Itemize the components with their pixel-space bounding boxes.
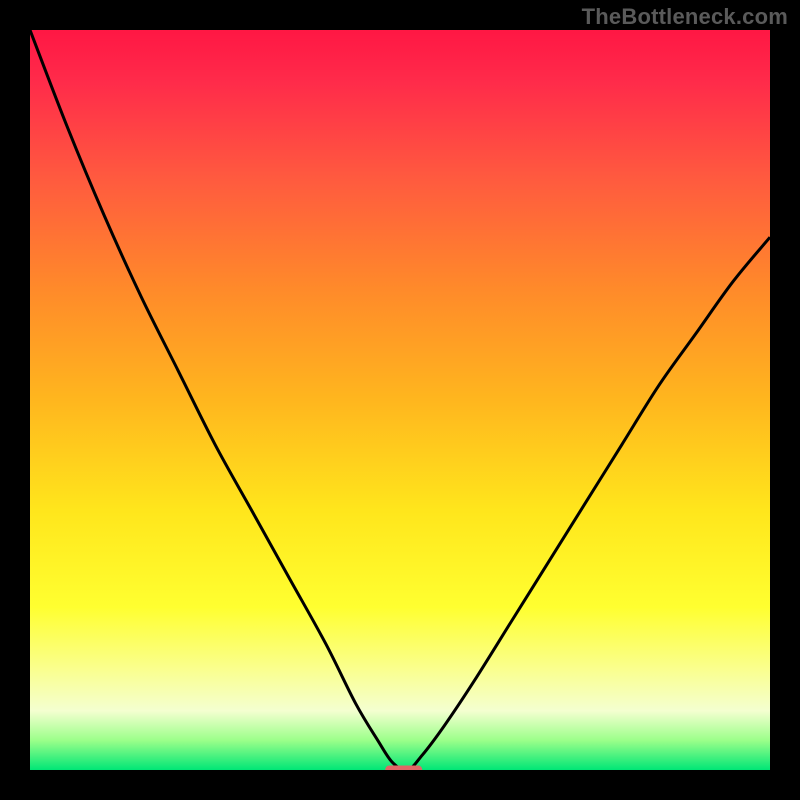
bottleneck-curve — [30, 30, 770, 770]
watermark-text: TheBottleneck.com — [582, 4, 788, 30]
minimum-marker — [385, 766, 422, 770]
chart-svg — [30, 30, 770, 770]
plot-area — [30, 30, 770, 770]
figure-root: TheBottleneck.com — [0, 0, 800, 800]
